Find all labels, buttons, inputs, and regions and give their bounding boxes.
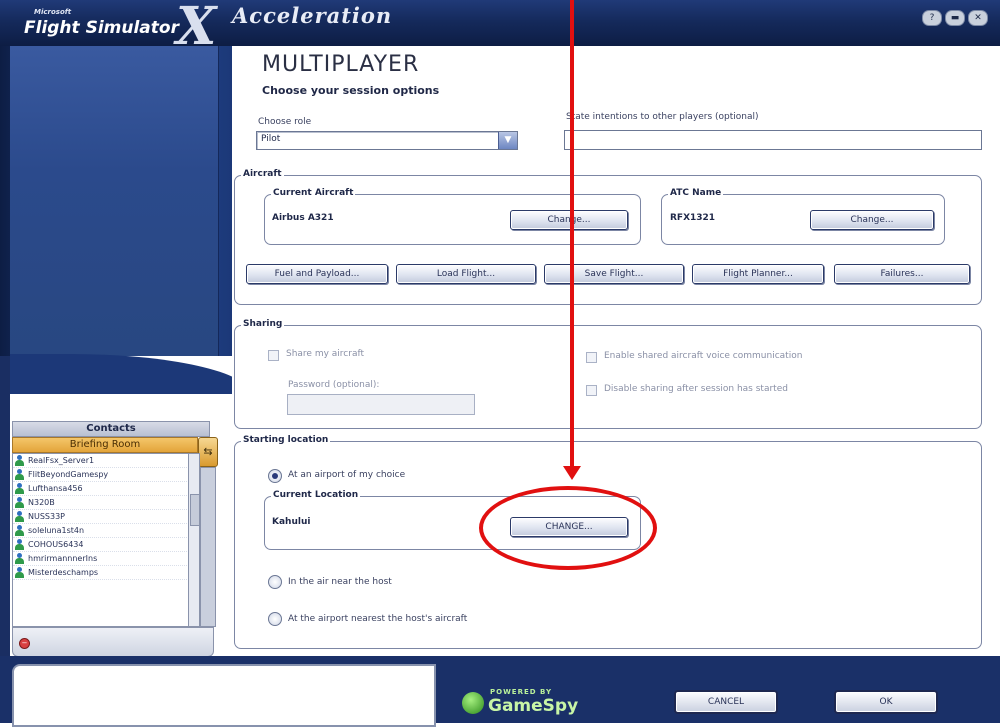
user-icon xyxy=(15,525,24,536)
intent-input[interactable] xyxy=(564,130,982,150)
annotation-arrow-line xyxy=(570,0,574,470)
password-field[interactable] xyxy=(287,394,475,415)
radio-in-air[interactable] xyxy=(268,575,282,589)
aircraft-group-title: Aircraft xyxy=(241,169,284,179)
current-aircraft-value: Airbus A321 xyxy=(272,213,334,223)
contact-item[interactable]: NUSS33P xyxy=(13,510,189,524)
chevron-down-icon[interactable]: ▼ xyxy=(498,132,517,149)
app-logo: Flight Simulator xyxy=(24,18,179,38)
contact-list: RealFsx_Server1 FlitBeyondGamespy Luftha… xyxy=(12,453,190,627)
role-value: Pilot xyxy=(261,134,281,144)
user-icon xyxy=(15,567,24,578)
user-icon xyxy=(15,455,24,466)
atc-name-title: ATC Name xyxy=(668,188,724,198)
left-panel-artwork xyxy=(0,46,232,358)
contact-item[interactable]: Lufthansa456 xyxy=(13,482,189,496)
change-atc-button[interactable]: Change... xyxy=(810,210,934,230)
current-aircraft-title: Current Aircraft xyxy=(271,188,356,198)
left-panel-curve xyxy=(0,354,250,420)
voice-label: Enable shared aircraft voice communicati… xyxy=(604,351,803,361)
contact-name: N320B xyxy=(28,498,55,507)
disable-sharing-checkbox[interactable] xyxy=(586,385,597,396)
radio-airport-choice[interactable] xyxy=(268,469,282,483)
in-air-label: In the air near the host xyxy=(288,577,392,587)
role-select[interactable]: Pilot ▼ xyxy=(256,131,518,150)
atc-name-value: RFX1321 xyxy=(670,213,716,223)
scrollbar-thumb[interactable] xyxy=(190,494,200,526)
radio-nearest-airport[interactable] xyxy=(268,612,282,626)
contact-item[interactable]: N320B xyxy=(13,496,189,510)
contacts-side-scrollbar[interactable] xyxy=(200,467,216,627)
page-title: MULTIPLAYER xyxy=(262,52,420,77)
voice-checkbox[interactable] xyxy=(586,352,597,363)
contact-name: FlitBeyondGamespy xyxy=(28,470,109,479)
room-toggle-button[interactable]: ⇆ xyxy=(198,437,218,467)
contacts-header: Contacts xyxy=(12,421,210,437)
gamespy-logo: POWERED BY GameSpy xyxy=(460,686,590,718)
load-flight-button[interactable]: Load Flight... xyxy=(396,264,536,284)
share-aircraft-label: Share my aircraft xyxy=(286,349,365,359)
contact-name: Misterdeschamps xyxy=(28,568,99,577)
contact-item[interactable]: FlitBeyondGamespy xyxy=(13,468,189,482)
nearest-airport-label: At the airport nearest the host's aircra… xyxy=(288,614,468,624)
contact-name: COHOUS6434 xyxy=(28,540,84,549)
current-location-value: Kahului xyxy=(272,517,311,527)
page-subtitle: Choose your session options xyxy=(262,84,440,97)
cancel-button[interactable]: CANCEL xyxy=(674,690,778,714)
password-label: Password (optional): xyxy=(288,380,380,390)
gamespy-ball-icon xyxy=(462,692,484,714)
user-icon xyxy=(15,553,24,564)
contact-item[interactable]: hmrirmannnerIns xyxy=(13,552,189,566)
annotation-highlight-ellipse xyxy=(479,486,657,570)
current-location-title: Current Location xyxy=(271,490,361,500)
contacts-footer: − xyxy=(12,627,214,657)
powered-by-text: POWERED BY xyxy=(490,688,553,696)
title-bar: Microsoft Flight Simulator X Acceleratio… xyxy=(0,0,1000,57)
close-icon[interactable]: ✕ xyxy=(968,10,988,26)
stop-icon[interactable]: − xyxy=(19,638,30,649)
disable-sharing-label: Disable sharing after session has starte… xyxy=(604,384,788,394)
contact-list-scrollbar[interactable] xyxy=(188,453,200,627)
acceleration-logo: Acceleration xyxy=(232,3,393,28)
user-icon xyxy=(15,511,24,522)
window-controls: ? ▬ ✕ xyxy=(922,10,988,26)
user-icon xyxy=(15,497,24,508)
contact-name: Lufthansa456 xyxy=(28,484,83,493)
ok-button[interactable]: OK xyxy=(834,690,938,714)
user-icon xyxy=(15,469,24,480)
contact-item[interactable]: soleluna1st4n xyxy=(13,524,189,538)
failures-button[interactable]: Failures... xyxy=(834,264,970,284)
fuel-payload-button[interactable]: Fuel and Payload... xyxy=(246,264,388,284)
save-flight-button[interactable]: Save Flight... xyxy=(544,264,684,284)
share-aircraft-checkbox[interactable] xyxy=(268,350,279,361)
contact-name: NUSS33P xyxy=(28,512,65,521)
contact-item[interactable]: Misterdeschamps xyxy=(13,566,189,580)
contact-item[interactable]: COHOUS6434 xyxy=(13,538,189,552)
contact-name: RealFsx_Server1 xyxy=(28,456,95,465)
contact-name: hmrirmannnerIns xyxy=(28,554,98,563)
contact-item[interactable]: RealFsx_Server1 xyxy=(13,454,189,468)
intent-label: State intentions to other players (optio… xyxy=(566,112,759,122)
contact-name: soleluna1st4n xyxy=(28,526,85,535)
starting-location-title: Starting location xyxy=(241,435,331,445)
flight-planner-button[interactable]: Flight Planner... xyxy=(692,264,824,284)
user-icon xyxy=(15,483,24,494)
microsoft-logo: Microsoft xyxy=(34,8,72,16)
chat-input[interactable] xyxy=(12,664,436,727)
role-label: Choose role xyxy=(258,117,312,127)
gamespy-text: GameSpy xyxy=(488,696,579,716)
change-aircraft-button[interactable]: Change... xyxy=(510,210,628,230)
airport-choice-label: At an airport of my choice xyxy=(288,470,406,480)
sharing-group-title: Sharing xyxy=(241,319,285,329)
user-icon xyxy=(15,539,24,550)
annotation-arrowhead xyxy=(563,466,581,480)
help-icon[interactable]: ? xyxy=(922,10,942,26)
briefing-room-tab[interactable]: Briefing Room xyxy=(12,437,198,453)
minimize-icon[interactable]: ▬ xyxy=(945,10,965,26)
